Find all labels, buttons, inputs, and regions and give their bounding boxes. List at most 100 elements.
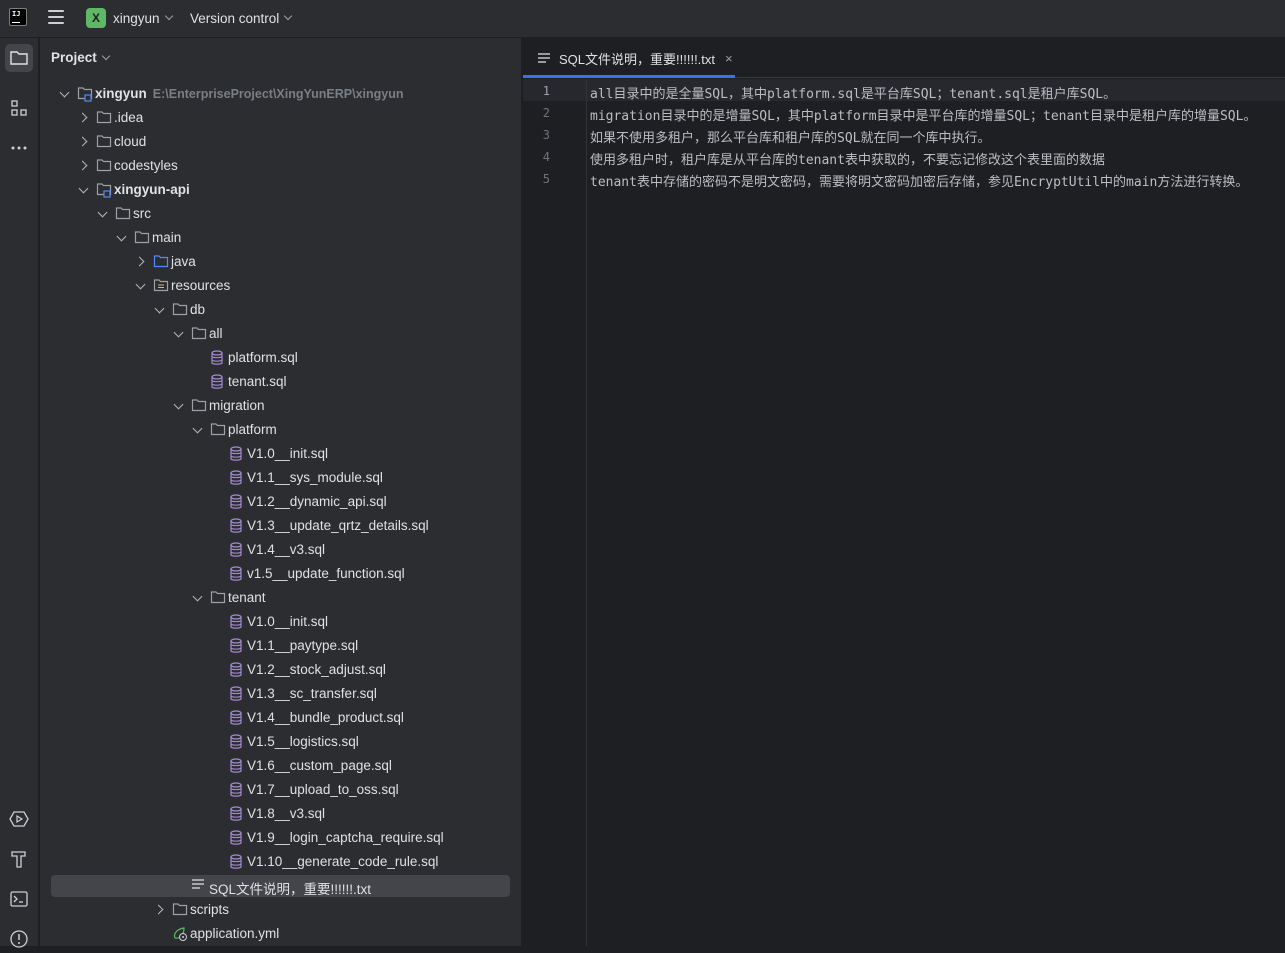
project-switcher[interactable]: X xingyun [86,7,173,29]
chevron-down-icon[interactable] [96,208,110,222]
tree-row[interactable]: scripts [40,899,510,921]
chevron-right-icon[interactable] [77,135,91,149]
text-file-icon [191,878,207,894]
tree-row[interactable]: tenant.sql [40,371,510,393]
tree-row[interactable]: java [40,251,510,273]
tree-row[interactable]: src [40,203,510,225]
version-control-menu[interactable]: Version control [190,7,293,29]
tree-row[interactable]: platform [40,419,510,441]
project-tool-icon[interactable] [5,44,33,72]
chevron-down-icon[interactable] [58,88,72,102]
tree-row[interactable]: V1.0__init.sql [40,611,510,633]
tree-row[interactable]: V1.1__sys_module.sql [40,467,510,489]
tree-row[interactable]: V1.7__upload_to_oss.sql [40,779,510,801]
database-file-icon [229,446,245,462]
code-line[interactable]: migration目录中的是增量SQL，其中platform目录中是平台库的增量… [590,105,1256,124]
tree-row[interactable]: V1.0__init.sql [40,443,510,465]
chevron-down-icon[interactable] [134,280,148,294]
tree-row[interactable]: db [40,299,510,321]
database-file-icon [229,734,245,750]
code-line[interactable]: 使用多租户时，租户库是从平台库的tenant表中获取的，不要忘记修改这个表里面的… [590,149,1105,168]
build-hammer-icon[interactable] [5,845,33,873]
tree-row[interactable]: all [40,323,510,345]
tree-row[interactable]: V1.3__update_qrtz_details.sql [40,515,510,537]
tree-row[interactable]: V1.5__logistics.sql [40,731,510,753]
chevron-right-icon[interactable] [153,903,167,917]
chevron-down-icon [284,11,293,21]
project-view-selector[interactable]: Project [51,50,111,65]
code-line[interactable]: tenant表中存储的密码不是明文密码，需要将明文密码加密后存储，参见Encry… [590,171,1248,190]
chevron-right-icon[interactable] [134,255,148,269]
tree-item-text: V1.8__v3.sql [247,806,326,821]
editor-tab[interactable]: SQL文件说明，重要!!!!!!.txt × [523,38,735,78]
tree-row[interactable]: V1.3__sc_transfer.sql [40,683,510,705]
tree-item-text: V1.2__dynamic_api.sql [247,494,387,509]
intellij-logo-icon[interactable]: IJ [9,8,27,26]
tree-item-text: V1.5__logistics.sql [247,734,359,749]
tree-row[interactable]: V1.8__v3.sql [40,803,510,825]
chevron-down-icon[interactable] [172,400,186,414]
tree-item-text: V1.3__update_qrtz_details.sql [247,518,429,533]
tree-item-text: platform [228,422,277,437]
tree-row[interactable]: cloud [40,131,510,153]
line-number-gutter: 1 2 3 4 5 [523,79,587,946]
tree-item-label: V1.2__stock_adjust.sql [247,662,386,677]
more-tools-icon[interactable] [5,134,33,162]
services-run-icon[interactable] [5,805,33,833]
main-menu-icon[interactable] [48,10,66,24]
tree-row[interactable]: platform.sql [40,347,510,369]
tree-row[interactable]: V1.2__stock_adjust.sql [40,659,510,681]
tree-row[interactable]: V1.4__bundle_product.sql [40,707,510,729]
tree-row[interactable]: migration [40,395,510,417]
chevron-down-icon[interactable] [115,232,129,246]
chevron-down-icon[interactable] [77,184,91,198]
tree-item-text: scripts [190,902,230,917]
tree-row[interactable]: V1.4__v3.sql [40,539,510,561]
tree-item-label: V1.1__paytype.sql [247,638,358,653]
tree-row[interactable]: V1.9__login_captcha_require.sql [40,827,510,849]
tree-item-text: xingyun-api [114,182,190,197]
tree-row[interactable]: tenant [40,587,510,609]
structure-tool-icon[interactable] [5,94,33,122]
tree-row[interactable]: v1.5__update_function.sql [40,563,510,585]
line-number: 5 [542,172,550,186]
folder-icon [96,110,112,126]
tree-item-label: all [209,326,223,341]
line-number: 3 [542,128,550,142]
chevron-right-icon[interactable] [77,159,91,173]
chevron-down-icon[interactable] [191,592,205,606]
line-number: 1 [542,84,550,98]
tree-row[interactable]: codestyles [40,155,510,177]
module-folder-icon [77,86,93,102]
tree-row[interactable]: main [40,227,510,249]
chevron-down-icon [101,51,111,60]
code-line[interactable]: 如果不使用多租户，那么平台库和租户库的SQL就在同一个库中执行。 [590,127,990,146]
database-file-icon [229,614,245,630]
close-icon[interactable]: × [725,51,733,66]
code-line[interactable]: all目录中的是全量SQL，其中platform.sql是平台库SQL；tena… [590,83,1116,102]
tree-row[interactable]: V1.10__generate_code_rule.sql [40,851,510,873]
database-file-icon [229,518,245,534]
tree-row[interactable]: xingyun-api [40,179,510,201]
tree-item-label: java [171,254,196,269]
tree-row[interactable]: SQL文件说明，重要!!!!!!.txt [40,875,510,897]
tree-item-label: src [133,206,151,221]
tree-item-label: platform.sql [228,350,298,365]
tree-row[interactable]: V1.6__custom_page.sql [40,755,510,777]
tree-row[interactable]: resources [40,275,510,297]
tree-item-text: V1.10__generate_code_rule.sql [247,854,439,869]
terminal-icon[interactable] [5,885,33,913]
chevron-down-icon[interactable] [153,304,167,318]
problems-icon[interactable] [5,925,33,953]
chevron-down-icon[interactable] [191,424,205,438]
tree-row[interactable]: application.yml [40,923,510,945]
tree-row[interactable]: V1.2__dynamic_api.sql [40,491,510,513]
tree-row[interactable]: xingyun E:\EnterpriseProject\XingYunERP\x… [40,83,510,105]
tree-row[interactable]: .idea [40,107,510,129]
tree-item-text: V1.7__upload_to_oss.sql [247,782,399,797]
tree-item-label: application.yml [190,926,279,941]
chevron-right-icon[interactable] [77,111,91,125]
title-bar: IJ X xingyun Version control [0,0,1285,38]
chevron-down-icon[interactable] [172,328,186,342]
tree-row[interactable]: V1.1__paytype.sql [40,635,510,657]
